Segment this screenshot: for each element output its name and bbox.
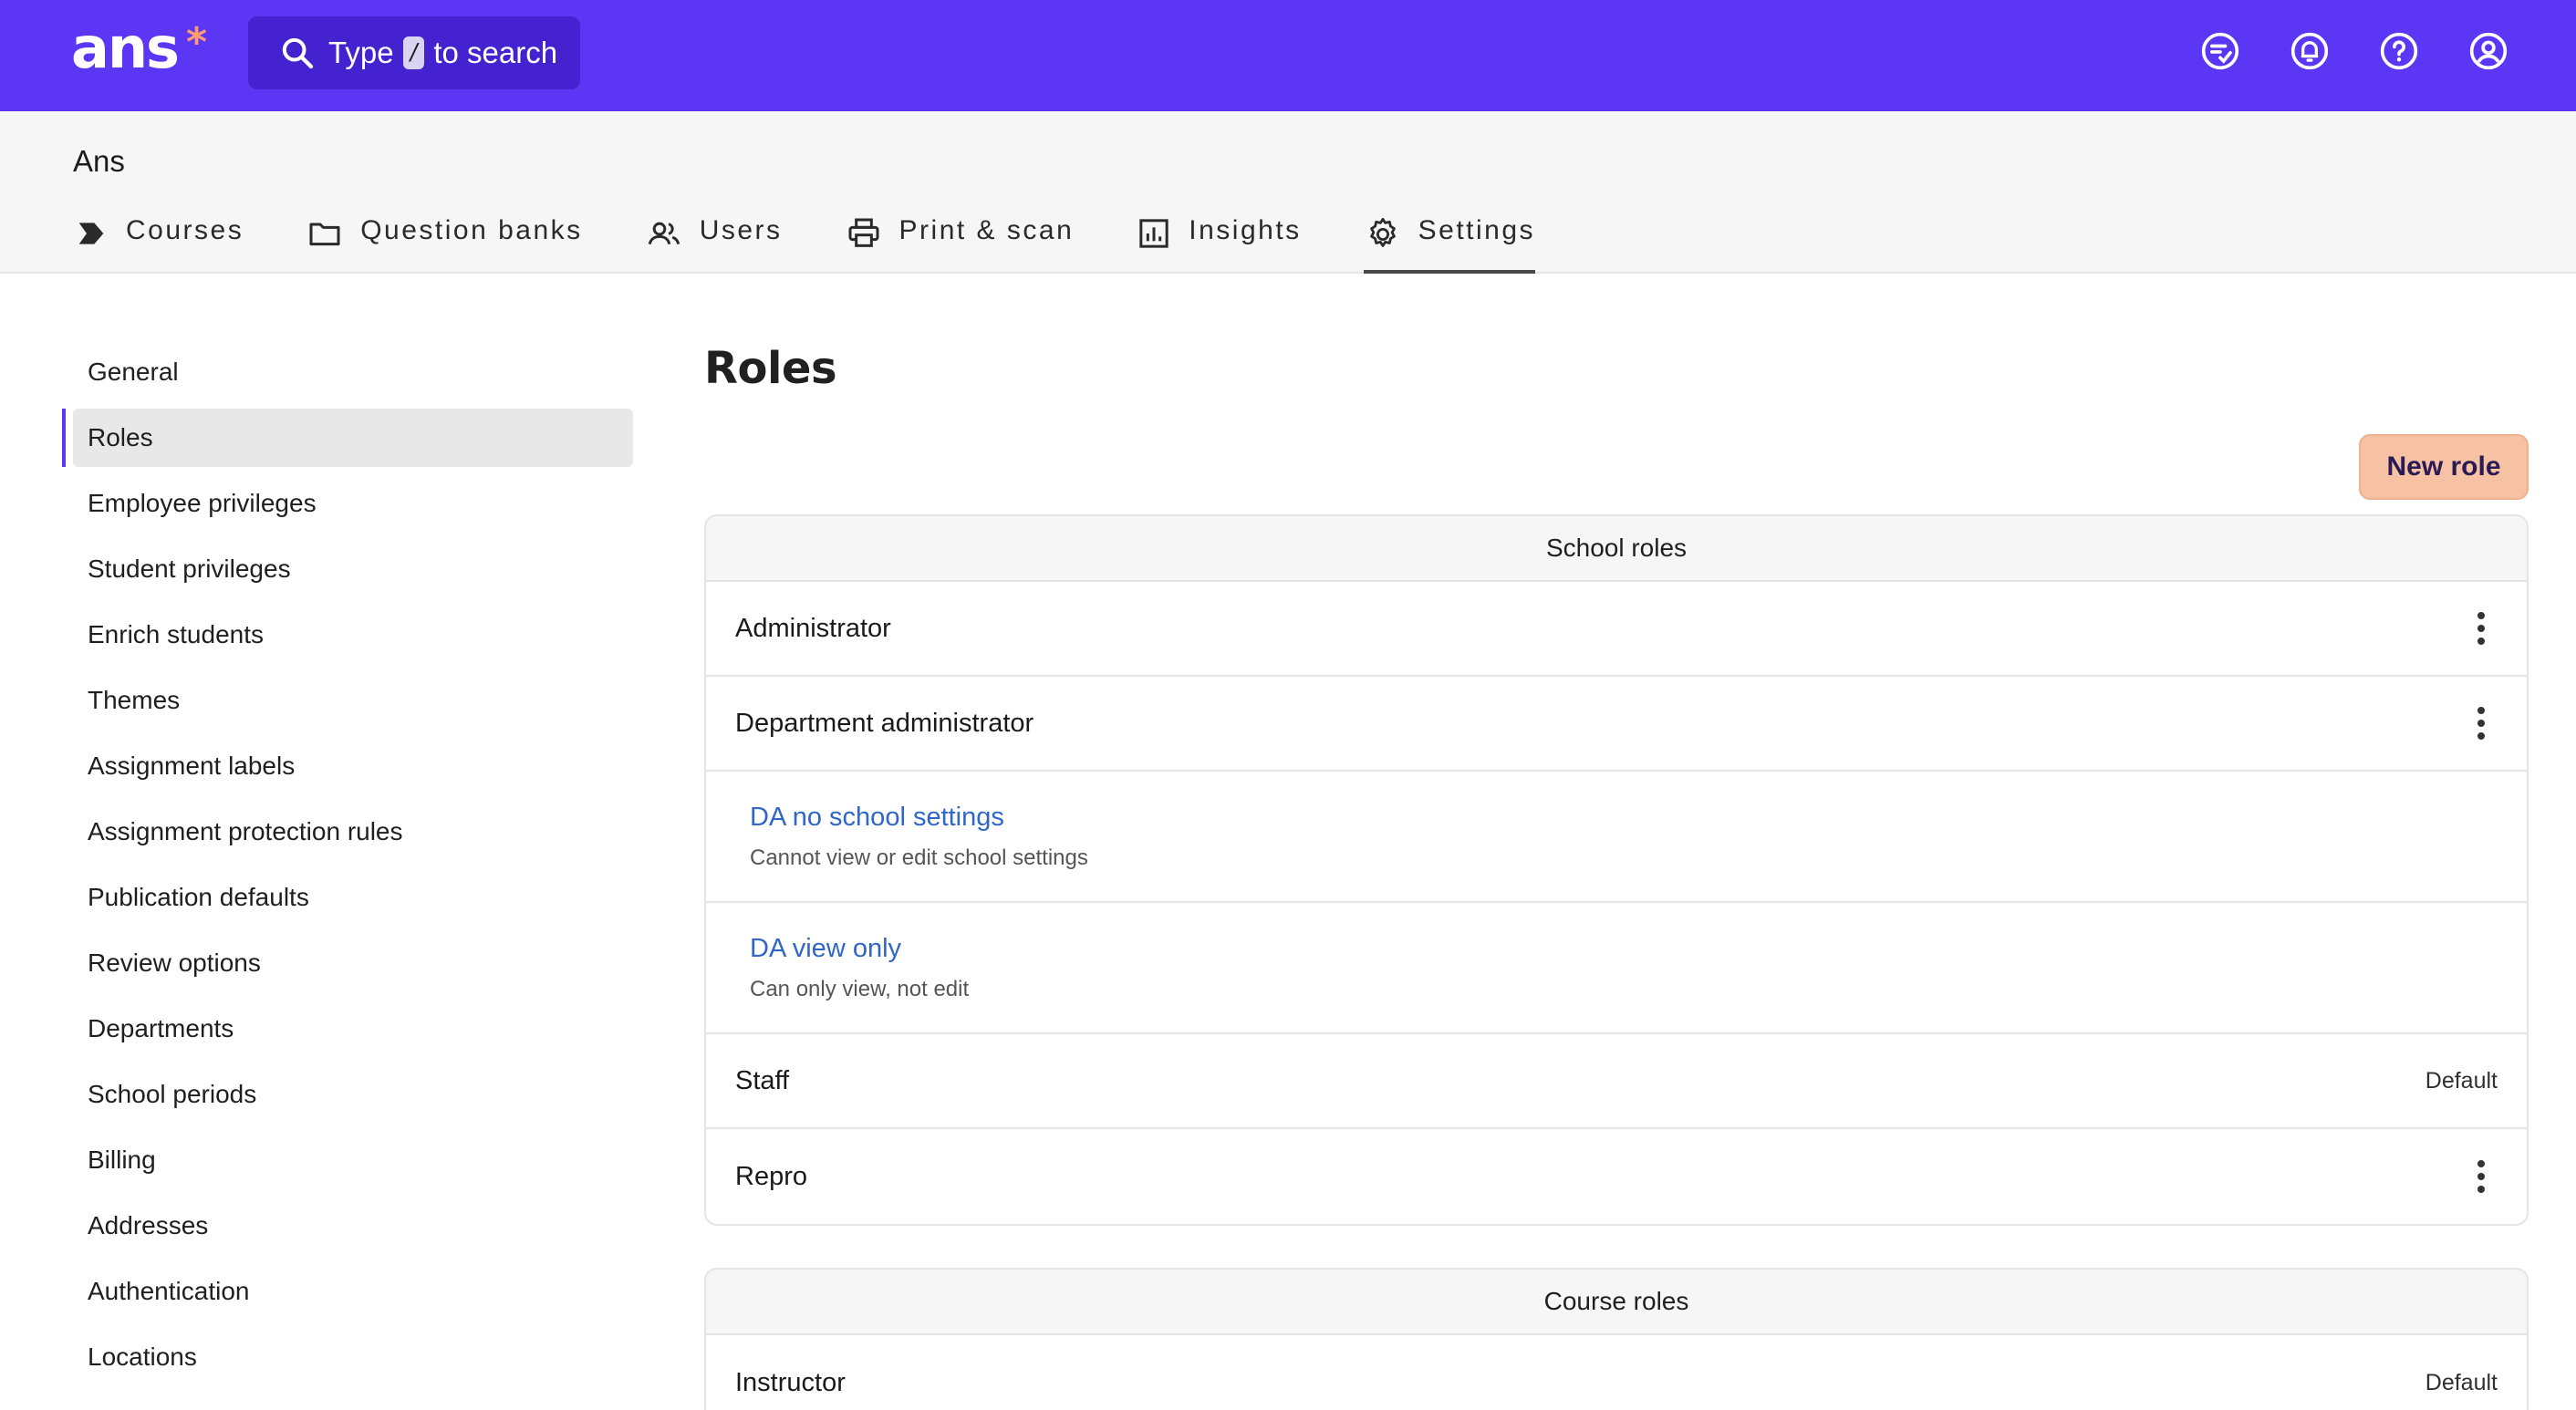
logo-text: ans xyxy=(71,15,180,81)
sidebar-item-themes[interactable]: Themes xyxy=(62,671,633,730)
main-nav: Courses Question banks Users Print & sca… xyxy=(73,210,1597,274)
nav-insights[interactable]: Insights xyxy=(1136,210,1301,274)
role-row-repro[interactable]: Repro xyxy=(706,1129,2527,1224)
school-roles-card: School roles Administrator Department ad… xyxy=(704,514,2529,1226)
nav-courses[interactable]: Courses xyxy=(73,210,244,274)
page-title: Roles xyxy=(704,343,837,394)
nav-users[interactable]: Users xyxy=(645,210,783,274)
nav-question-banks[interactable]: Question banks xyxy=(306,210,582,274)
role-name: Instructor xyxy=(735,1367,846,1397)
search-shortcut-key: / xyxy=(402,36,425,69)
help-icon[interactable] xyxy=(2379,31,2419,71)
role-row-department-administrator[interactable]: Department administrator xyxy=(706,677,2527,772)
printer-icon xyxy=(848,218,879,247)
sidebar-item-publication-defaults[interactable]: Publication defaults xyxy=(62,868,633,927)
organization-name: Ans xyxy=(73,144,125,178)
role-row-administrator[interactable]: Administrator xyxy=(706,582,2527,677)
top-bar: ans * Type / to search xyxy=(0,0,2576,111)
nav-settings[interactable]: Settings xyxy=(1363,210,1536,274)
user-icon[interactable] xyxy=(2468,31,2508,71)
sidebar-item-enrich-students[interactable]: Enrich students xyxy=(62,606,633,664)
course-roles-header: Course roles xyxy=(706,1270,2527,1335)
search-icon xyxy=(282,37,314,69)
sidebar-item-employee-privileges[interactable]: Employee privileges xyxy=(62,474,633,533)
sidebar-item-assignment-protection-rules[interactable]: Assignment protection rules xyxy=(62,803,633,861)
sidebar-item-roles[interactable]: Roles xyxy=(62,409,633,467)
sub-header: Ans Courses Question banks Users Print &… xyxy=(0,111,2576,274)
nav-label: Courses xyxy=(126,215,244,245)
new-role-button[interactable]: New role xyxy=(2359,434,2529,500)
role-name: Administrator xyxy=(735,613,891,643)
logo-star: * xyxy=(186,19,207,66)
role-row-staff[interactable]: Staff Default xyxy=(706,1034,2527,1129)
folder-icon xyxy=(309,223,340,246)
more-options-icon[interactable] xyxy=(2465,1158,2498,1195)
role-description: Can only view, not edit xyxy=(750,976,970,1001)
users-icon xyxy=(648,222,680,245)
more-options-icon[interactable] xyxy=(2465,610,2498,647)
bell-icon[interactable] xyxy=(2290,31,2330,71)
role-link[interactable]: DA view only xyxy=(750,934,901,964)
sidebar-item-authentication[interactable]: Authentication xyxy=(62,1262,633,1321)
chevron-tag-icon xyxy=(78,223,104,244)
school-roles-header: School roles xyxy=(706,516,2527,582)
sidebar-item-departments[interactable]: Departments xyxy=(62,1000,633,1058)
role-name: Staff xyxy=(735,1065,790,1095)
sidebar-item-student-privileges[interactable]: Student privileges xyxy=(62,540,633,598)
role-name: Department administrator xyxy=(735,708,1034,738)
sidebar-item-assignment-labels[interactable]: Assignment labels xyxy=(62,737,633,795)
roles-main: Roles New role School roles Administrato… xyxy=(704,343,2529,1410)
sidebar-item-school-periods[interactable]: School periods xyxy=(62,1065,633,1124)
sidebar-item-billing[interactable]: Billing xyxy=(62,1131,633,1189)
role-name: Repro xyxy=(735,1161,807,1191)
role-description: Cannot view or edit school settings xyxy=(750,845,1088,870)
tasks-icon[interactable] xyxy=(2200,31,2240,71)
role-link[interactable]: DA no school settings xyxy=(750,803,1004,833)
chart-icon xyxy=(1139,219,1169,248)
ans-logo[interactable]: ans * xyxy=(71,15,207,81)
nav-label: Insights xyxy=(1189,215,1302,245)
search-prefix: Type xyxy=(328,36,394,69)
nav-label: Users xyxy=(699,215,783,245)
search-button[interactable]: Type / to search xyxy=(248,16,580,89)
role-row-instructor[interactable]: Instructor Default xyxy=(706,1335,2527,1410)
default-badge: Default xyxy=(2425,1067,2498,1094)
sidebar-item-locations[interactable]: Locations xyxy=(62,1328,633,1386)
settings-sidebar: General Roles Employee privileges Studen… xyxy=(62,343,633,1394)
nav-label: Settings xyxy=(1418,215,1536,245)
sidebar-item-review-options[interactable]: Review options xyxy=(62,934,633,992)
nav-print-scan[interactable]: Print & scan xyxy=(845,210,1075,274)
role-row-da-view-only[interactable]: DA view only Can only view, not edit xyxy=(706,903,2527,1034)
search-suffix: to search xyxy=(433,36,558,69)
course-roles-card: Course roles Instructor Default xyxy=(704,1268,2529,1410)
gear-icon xyxy=(1369,217,1396,247)
role-row-da-no-school-settings[interactable]: DA no school settings Cannot view or edi… xyxy=(706,772,2527,903)
sidebar-item-general[interactable]: General xyxy=(62,343,633,401)
nav-label: Print & scan xyxy=(898,215,1075,245)
more-options-icon[interactable] xyxy=(2465,705,2498,741)
sidebar-item-addresses[interactable]: Addresses xyxy=(62,1197,633,1255)
default-badge: Default xyxy=(2425,1369,2498,1395)
nav-label: Question banks xyxy=(360,215,583,245)
